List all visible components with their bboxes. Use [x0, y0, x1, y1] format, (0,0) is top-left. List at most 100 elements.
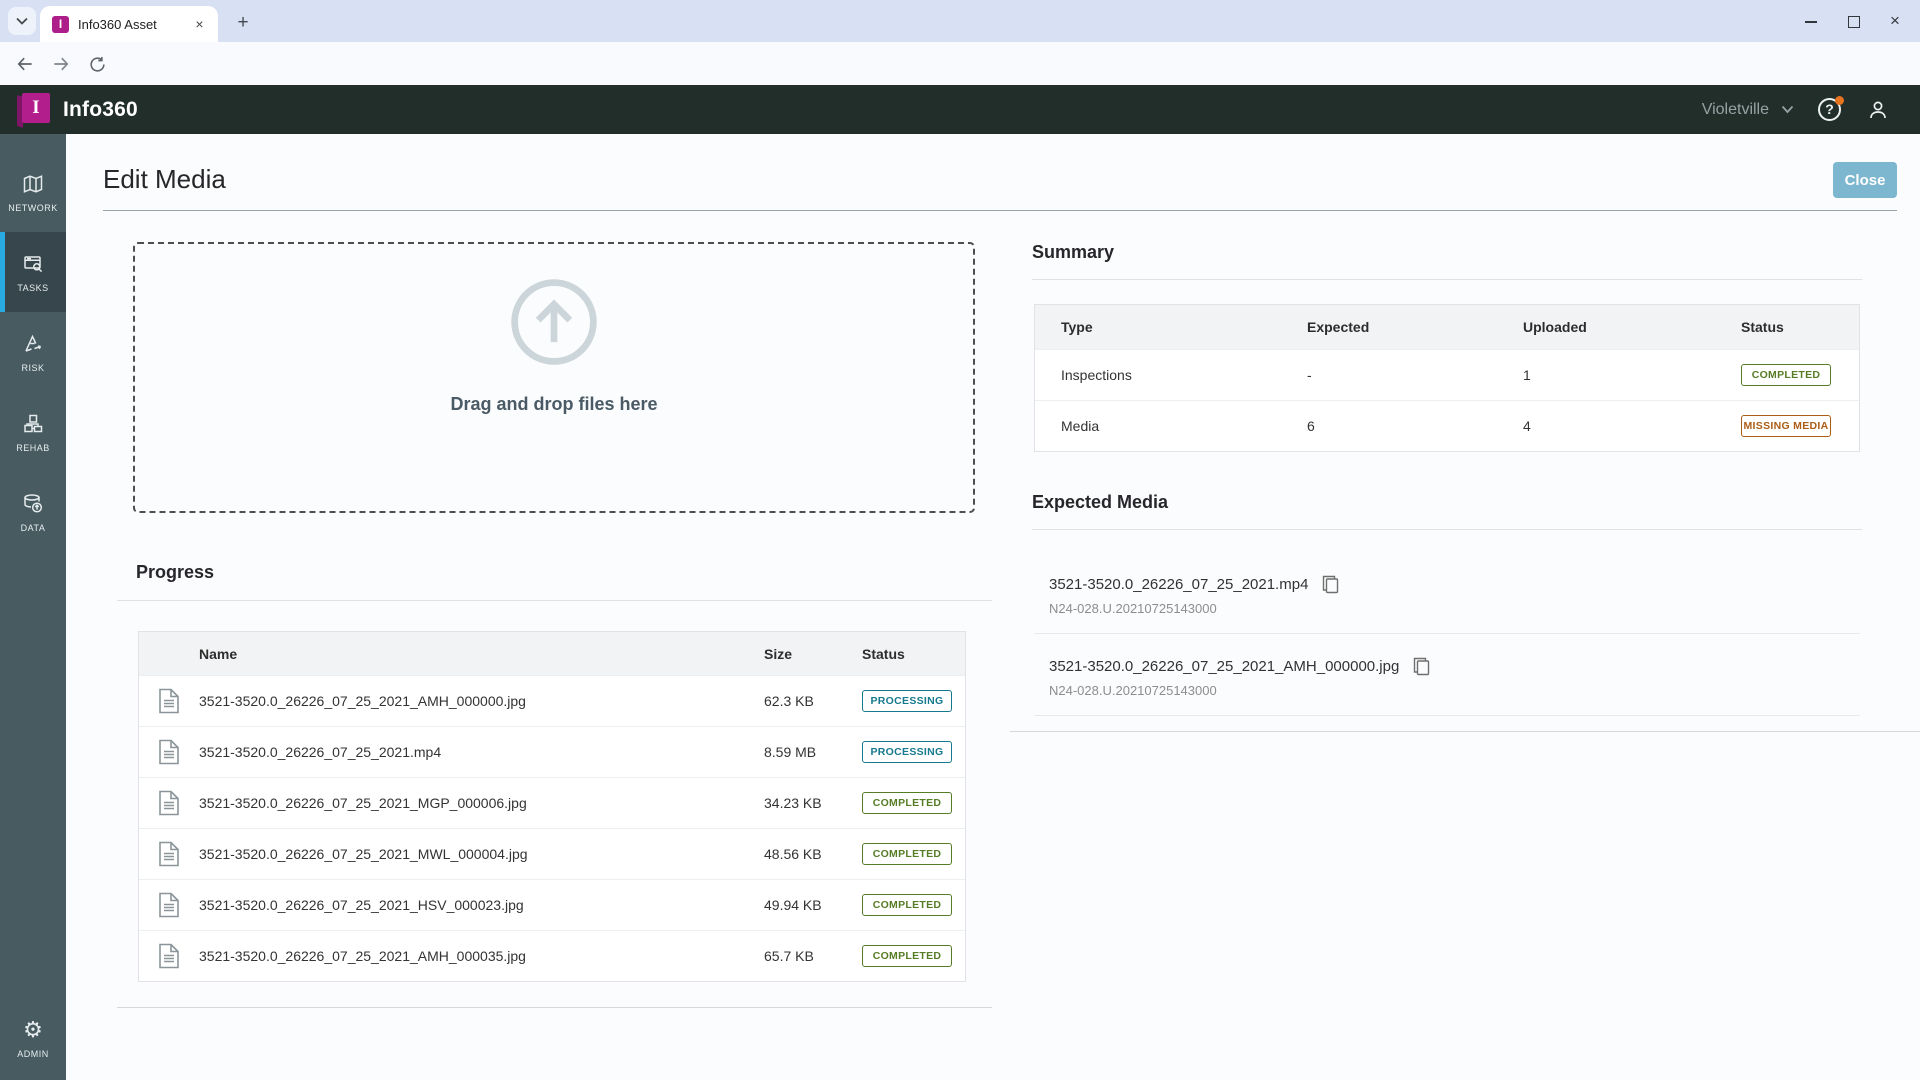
expected-media-name: 3521-3520.0_26226_07_25_2021_AMH_000000.…	[1049, 657, 1400, 675]
gear-icon: ⚙	[23, 1016, 43, 1042]
browser-tab[interactable]: I Info360 Asset ×	[40, 6, 218, 42]
file-size: 34.23 KB	[764, 795, 822, 811]
column-header-type: Type	[1061, 319, 1093, 335]
user-account-button[interactable]	[1866, 98, 1890, 122]
status-badge: COMPLETED	[862, 894, 952, 916]
rehab-icon	[24, 414, 43, 432]
file-name: 3521-3520.0_26226_07_25_2021_MWL_000004.…	[199, 846, 528, 862]
new-tab-button[interactable]: +	[230, 10, 256, 36]
tab-close-icon[interactable]: ×	[191, 16, 208, 33]
reload-button[interactable]	[84, 51, 110, 77]
summary-table-header: Type Expected Uploaded Status	[1035, 305, 1859, 349]
copy-button[interactable]	[1320, 574, 1340, 594]
column-header-expected: Expected	[1307, 319, 1370, 335]
browser-tab-strip: I Info360 Asset × + ×	[0, 0, 1920, 42]
status-badge: COMPLETED	[1741, 364, 1831, 386]
file-size: 62.3 KB	[764, 693, 814, 709]
file-name: 3521-3520.0_26226_07_25_2021_MGP_000006.…	[199, 795, 527, 811]
table-row: Inspections - 1 COMPLETED	[1035, 349, 1859, 400]
expected-media-name: 3521-3520.0_26226_07_25_2021.mp4	[1049, 575, 1309, 593]
sidebar-item-admin[interactable]: ⚙ ADMIN	[0, 998, 66, 1078]
expected-media-item: 3521-3520.0_26226_07_25_2021_AMH_000000.…	[1034, 634, 1860, 716]
status-badge: COMPLETED	[862, 945, 952, 967]
sidebar-item-label: DATA	[20, 522, 46, 533]
file-icon	[159, 943, 179, 969]
back-button[interactable]	[12, 51, 38, 77]
header-divider	[103, 210, 1897, 211]
table-row: 3521-3520.0_26226_07_25_2021.mp4 8.59 MB…	[139, 726, 965, 777]
file-icon	[159, 790, 179, 816]
table-row: 3521-3520.0_26226_07_25_2021_AMH_000000.…	[139, 675, 965, 726]
database-icon	[24, 493, 43, 513]
status-badge: MISSING MEDIA	[1741, 415, 1831, 437]
progress-table: Name Size Status 3521-3520.0_26226_07_25…	[138, 631, 966, 982]
window-close-button[interactable]: ×	[1888, 12, 1902, 29]
table-row: 3521-3520.0_26226_07_25_2021_MGP_000006.…	[139, 777, 965, 828]
main-content: Edit Media Close Drag and drop files her…	[66, 134, 1920, 1080]
file-icon	[159, 739, 179, 765]
tasks-icon	[24, 255, 43, 272]
table-row: 3521-3520.0_26226_07_25_2021_HSV_000023.…	[139, 879, 965, 930]
file-size: 8.59 MB	[764, 744, 817, 760]
status-badge: COMPLETED	[862, 843, 952, 865]
dropzone-text: Drag and drop files here	[450, 394, 658, 414]
progress-divider	[117, 600, 992, 601]
sidebar-item-label: RISK	[21, 362, 45, 373]
column-header-status: Status	[862, 645, 905, 662]
summary-uploaded: 1	[1523, 367, 1531, 383]
sidebar-item-label: TASKS	[17, 282, 49, 293]
sidebar-item-network[interactable]: NETWORK	[0, 152, 66, 232]
table-row: Media 6 4 MISSING MEDIA	[1035, 400, 1859, 451]
brand-title: Info360	[63, 97, 138, 121]
browser-toolbar: asset.info360.com/inspections/upload/PAC…	[0, 42, 1920, 120]
copy-button[interactable]	[1411, 656, 1431, 676]
summary-divider	[1032, 279, 1862, 280]
window-minimize-button[interactable]	[1804, 14, 1818, 28]
status-badge: COMPLETED	[862, 792, 952, 814]
help-button[interactable]: ?	[1818, 95, 1844, 122]
person-icon	[1870, 101, 1886, 118]
file-name: 3521-3520.0_26226_07_25_2021.mp4	[199, 744, 442, 760]
sidebar-item-label: REHAB	[16, 442, 50, 453]
sidebar-nav: NETWORK TASKS RISK REHAB DATA ⚙ ADMIN	[0, 134, 66, 1080]
close-button[interactable]: Close	[1833, 162, 1897, 198]
app-header: I Info360 Violetville ?	[0, 85, 1920, 134]
column-header-uploaded: Uploaded	[1523, 319, 1587, 335]
copy-icon	[1413, 657, 1430, 675]
sidebar-item-tasks[interactable]: TASKS	[0, 232, 66, 312]
sidebar-item-data[interactable]: DATA	[0, 472, 66, 552]
expected-media-bottom-divider	[1010, 731, 1920, 732]
sidebar-item-risk[interactable]: RISK	[0, 312, 66, 392]
column-header-name: Name	[199, 645, 238, 662]
map-icon	[23, 174, 43, 193]
table-row: 3521-3520.0_26226_07_25_2021_AMH_000035.…	[139, 930, 965, 981]
summary-expected: -	[1307, 367, 1312, 383]
site-selector-value: Violetville	[1701, 100, 1769, 118]
site-selector-dropdown[interactable]: Violetville	[1702, 101, 1794, 119]
summary-table: Type Expected Uploaded Status Inspection…	[1034, 304, 1860, 452]
file-icon	[159, 688, 179, 714]
tab-search-chevron-icon[interactable]	[8, 7, 36, 35]
file-name: 3521-3520.0_26226_07_25_2021_AMH_000035.…	[199, 948, 526, 964]
expected-media-title: Expected Media	[1032, 492, 1169, 512]
summary-type: Media	[1061, 418, 1100, 434]
summary-expected: 6	[1307, 418, 1315, 434]
page-title: Edit Media	[103, 164, 226, 194]
file-name: 3521-3520.0_26226_07_25_2021_AMH_000000.…	[199, 693, 526, 709]
column-header-status: Status	[1741, 319, 1784, 335]
sidebar-item-label: NETWORK	[8, 202, 58, 213]
info360-logo: I	[17, 92, 50, 128]
forward-button[interactable]	[48, 51, 74, 77]
chevron-down-icon	[1781, 105, 1794, 114]
notification-dot	[1835, 95, 1844, 105]
file-dropzone[interactable]: Drag and drop files here	[133, 242, 975, 513]
file-name: 3521-3520.0_26226_07_25_2021_HSV_000023.…	[199, 897, 524, 913]
column-header-size: Size	[764, 645, 793, 662]
window-maximize-button[interactable]	[1846, 14, 1860, 28]
summary-type: Inspections	[1061, 367, 1132, 383]
sidebar-item-rehab[interactable]: REHAB	[0, 392, 66, 472]
tab-favicon-icon: I	[52, 15, 69, 33]
expected-media-list: 3521-3520.0_26226_07_25_2021.mp4 N24-028…	[1034, 530, 1860, 716]
expected-media-code: N24-028.U.20210725143000	[1049, 683, 1217, 698]
file-size: 49.94 KB	[764, 897, 822, 913]
